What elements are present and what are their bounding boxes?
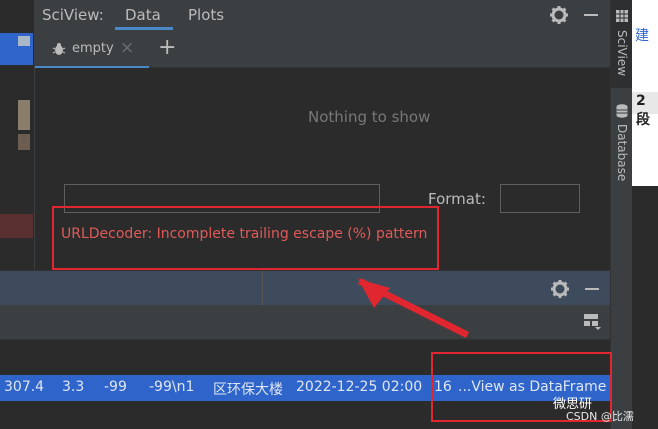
background-text: 建 bbox=[635, 28, 649, 44]
sciview-title: SciView: bbox=[42, 6, 104, 24]
annotation-box-error bbox=[52, 206, 439, 270]
layout-icon[interactable] bbox=[583, 313, 601, 331]
header-divider bbox=[262, 271, 263, 306]
tab-plots[interactable]: Plots bbox=[188, 6, 224, 24]
background-text: 2 段 bbox=[636, 93, 650, 128]
watermark-source: CSDN @比濡 bbox=[566, 410, 634, 423]
annotation-arrow-icon bbox=[358, 278, 469, 338]
minimize-icon[interactable] bbox=[584, 14, 598, 16]
database-tool-label[interactable]: Database bbox=[615, 124, 629, 181]
bottom-toolbar bbox=[0, 305, 610, 340]
subtab-bar: empty × + bbox=[35, 30, 610, 69]
background-window-lower bbox=[632, 186, 658, 429]
bug-icon bbox=[52, 43, 66, 55]
sciview-panel: SciView: Data Plots empty × + Nothing to… bbox=[35, 0, 610, 270]
add-icon[interactable]: + bbox=[158, 35, 176, 60]
sciview-content: Nothing to show Format: URLDecoder: Inco… bbox=[35, 68, 610, 270]
subtab-empty[interactable]: empty × bbox=[35, 30, 149, 68]
gear-icon[interactable] bbox=[550, 279, 570, 299]
table-cell: -99 bbox=[104, 379, 127, 395]
sciview-tool-button[interactable]: SciView bbox=[611, 0, 633, 88]
bottom-panel-header bbox=[0, 270, 610, 306]
sciview-header: SciView: Data Plots bbox=[35, 0, 610, 30]
close-icon[interactable]: × bbox=[120, 38, 134, 58]
right-tool-strip: SciView Database bbox=[610, 0, 633, 429]
table-cell: 2022-12-25 02:00 bbox=[296, 379, 423, 395]
editor-mark bbox=[18, 134, 30, 150]
subtab-label: empty bbox=[72, 41, 114, 56]
gear-icon[interactable] bbox=[549, 5, 569, 25]
minimize-icon[interactable] bbox=[585, 288, 599, 290]
format-input[interactable] bbox=[500, 184, 580, 213]
table-cell: -99\n1 bbox=[149, 379, 195, 395]
table-cell: 区环保大楼 bbox=[213, 382, 283, 398]
editor-mark bbox=[18, 100, 30, 130]
background-window: 建 2 段 bbox=[632, 0, 658, 186]
database-icon[interactable] bbox=[616, 104, 628, 118]
sciview-tool-label: SciView bbox=[615, 30, 629, 77]
tab-data[interactable]: Data bbox=[125, 6, 161, 24]
editor-gutter bbox=[0, 0, 35, 270]
table-cell: 3.3 bbox=[62, 379, 85, 395]
table-icon bbox=[616, 10, 628, 22]
table-cell: 307.4 bbox=[4, 379, 45, 395]
empty-message: Nothing to show bbox=[308, 108, 431, 126]
editor-error-mark bbox=[0, 214, 33, 238]
editor-mark bbox=[18, 36, 30, 46]
